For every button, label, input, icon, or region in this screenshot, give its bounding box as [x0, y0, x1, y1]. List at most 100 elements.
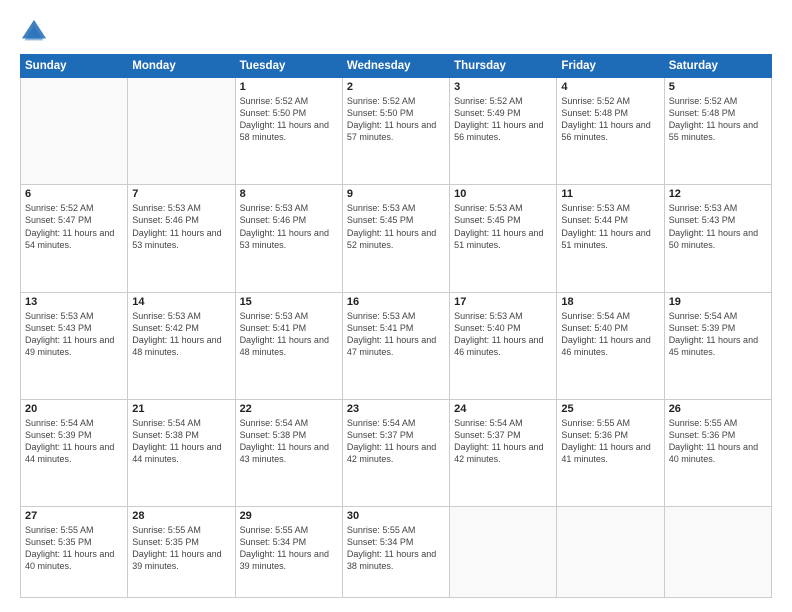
day-info: Sunrise: 5:52 AM Sunset: 5:47 PM Dayligh…	[25, 202, 123, 251]
calendar-table: SundayMondayTuesdayWednesdayThursdayFrid…	[20, 54, 772, 598]
day-info: Sunrise: 5:53 AM Sunset: 5:41 PM Dayligh…	[347, 310, 445, 359]
day-cell: 22 Sunrise: 5:54 AM Sunset: 5:38 PM Dayli…	[235, 399, 342, 506]
col-header-sunday: Sunday	[21, 55, 128, 78]
day-number: 20	[25, 403, 123, 415]
day-info: Sunrise: 5:52 AM Sunset: 5:50 PM Dayligh…	[240, 95, 338, 144]
day-number: 5	[669, 81, 767, 93]
day-cell: 26 Sunrise: 5:55 AM Sunset: 5:36 PM Dayli…	[664, 399, 771, 506]
day-info: Sunrise: 5:53 AM Sunset: 5:40 PM Dayligh…	[454, 310, 552, 359]
day-number: 27	[25, 510, 123, 522]
day-cell: 17Sunrise: 5:53 AM Sunset: 5:40 PM Dayli…	[450, 292, 557, 399]
calendar-page: SundayMondayTuesdayWednesdayThursdayFrid…	[0, 0, 792, 612]
day-number: 30	[347, 510, 445, 522]
day-number: 18	[561, 296, 659, 308]
day-cell	[557, 507, 664, 598]
col-header-wednesday: Wednesday	[342, 55, 449, 78]
day-cell: 6 Sunrise: 5:52 AM Sunset: 5:47 PM Daylig…	[21, 185, 128, 292]
header	[20, 18, 772, 46]
day-cell: 14Sunrise: 5:53 AM Sunset: 5:42 PM Dayli…	[128, 292, 235, 399]
day-info: Sunrise: 5:55 AM Sunset: 5:35 PM Dayligh…	[25, 524, 123, 573]
week-row-5: 27 Sunrise: 5:55 AM Sunset: 5:35 PM Dayli…	[21, 507, 772, 598]
day-cell: 8 Sunrise: 5:53 AM Sunset: 5:46 PM Daylig…	[235, 185, 342, 292]
day-cell: 11 Sunrise: 5:53 AM Sunset: 5:44 PM Dayli…	[557, 185, 664, 292]
day-info: Sunrise: 5:53 AM Sunset: 5:43 PM Dayligh…	[25, 310, 123, 359]
week-row-4: 20Sunrise: 5:54 AM Sunset: 5:39 PM Dayli…	[21, 399, 772, 506]
day-info: Sunrise: 5:53 AM Sunset: 5:45 PM Dayligh…	[454, 202, 552, 251]
day-number: 22	[240, 403, 338, 415]
logo	[20, 18, 52, 46]
day-number: 2	[347, 81, 445, 93]
day-info: Sunrise: 5:53 AM Sunset: 5:44 PM Dayligh…	[561, 202, 659, 251]
day-cell: 20Sunrise: 5:54 AM Sunset: 5:39 PM Dayli…	[21, 399, 128, 506]
day-number: 12	[669, 188, 767, 200]
day-cell: 19 Sunrise: 5:54 AM Sunset: 5:39 PM Dayli…	[664, 292, 771, 399]
day-cell: 4 Sunrise: 5:52 AM Sunset: 5:48 PM Daylig…	[557, 78, 664, 185]
day-cell: 15 Sunrise: 5:53 AM Sunset: 5:41 PM Dayli…	[235, 292, 342, 399]
day-info: Sunrise: 5:52 AM Sunset: 5:48 PM Dayligh…	[561, 95, 659, 144]
day-info: Sunrise: 5:55 AM Sunset: 5:34 PM Dayligh…	[240, 524, 338, 573]
day-number: 15	[240, 296, 338, 308]
day-cell: 27 Sunrise: 5:55 AM Sunset: 5:35 PM Dayli…	[21, 507, 128, 598]
day-number: 28	[132, 510, 230, 522]
day-cell	[128, 78, 235, 185]
day-number: 21	[132, 403, 230, 415]
day-cell: 2 Sunrise: 5:52 AM Sunset: 5:50 PM Daylig…	[342, 78, 449, 185]
day-number: 7	[132, 188, 230, 200]
day-number: 26	[669, 403, 767, 415]
day-info: Sunrise: 5:52 AM Sunset: 5:48 PM Dayligh…	[669, 95, 767, 144]
day-cell: 18 Sunrise: 5:54 AM Sunset: 5:40 PM Dayli…	[557, 292, 664, 399]
day-info: Sunrise: 5:54 AM Sunset: 5:37 PM Dayligh…	[347, 417, 445, 466]
day-number: 4	[561, 81, 659, 93]
week-row-2: 6 Sunrise: 5:52 AM Sunset: 5:47 PM Daylig…	[21, 185, 772, 292]
day-number: 29	[240, 510, 338, 522]
day-number: 24	[454, 403, 552, 415]
day-info: Sunrise: 5:53 AM Sunset: 5:46 PM Dayligh…	[240, 202, 338, 251]
day-cell: 16 Sunrise: 5:53 AM Sunset: 5:41 PM Dayli…	[342, 292, 449, 399]
day-info: Sunrise: 5:54 AM Sunset: 5:38 PM Dayligh…	[132, 417, 230, 466]
day-number: 8	[240, 188, 338, 200]
day-info: Sunrise: 5:54 AM Sunset: 5:39 PM Dayligh…	[669, 310, 767, 359]
day-info: Sunrise: 5:55 AM Sunset: 5:34 PM Dayligh…	[347, 524, 445, 573]
day-cell: 25 Sunrise: 5:55 AM Sunset: 5:36 PM Dayli…	[557, 399, 664, 506]
day-number: 10	[454, 188, 552, 200]
header-row: SundayMondayTuesdayWednesdayThursdayFrid…	[21, 55, 772, 78]
day-cell: 3 Sunrise: 5:52 AM Sunset: 5:49 PM Daylig…	[450, 78, 557, 185]
col-header-thursday: Thursday	[450, 55, 557, 78]
day-cell: 23 Sunrise: 5:54 AM Sunset: 5:37 PM Dayli…	[342, 399, 449, 506]
col-header-saturday: Saturday	[664, 55, 771, 78]
day-cell	[450, 507, 557, 598]
day-cell: 24 Sunrise: 5:54 AM Sunset: 5:37 PM Dayli…	[450, 399, 557, 506]
day-info: Sunrise: 5:54 AM Sunset: 5:38 PM Dayligh…	[240, 417, 338, 466]
day-info: Sunrise: 5:54 AM Sunset: 5:40 PM Dayligh…	[561, 310, 659, 359]
day-cell	[21, 78, 128, 185]
day-info: Sunrise: 5:53 AM Sunset: 5:43 PM Dayligh…	[669, 202, 767, 251]
day-info: Sunrise: 5:52 AM Sunset: 5:49 PM Dayligh…	[454, 95, 552, 144]
day-cell: 12 Sunrise: 5:53 AM Sunset: 5:43 PM Dayli…	[664, 185, 771, 292]
day-number: 19	[669, 296, 767, 308]
day-number: 3	[454, 81, 552, 93]
day-info: Sunrise: 5:55 AM Sunset: 5:36 PM Dayligh…	[669, 417, 767, 466]
logo-icon	[20, 18, 48, 46]
day-info: Sunrise: 5:52 AM Sunset: 5:50 PM Dayligh…	[347, 95, 445, 144]
day-number: 9	[347, 188, 445, 200]
day-number: 16	[347, 296, 445, 308]
col-header-monday: Monday	[128, 55, 235, 78]
day-number: 1	[240, 81, 338, 93]
day-info: Sunrise: 5:53 AM Sunset: 5:45 PM Dayligh…	[347, 202, 445, 251]
day-number: 23	[347, 403, 445, 415]
day-cell: 28Sunrise: 5:55 AM Sunset: 5:35 PM Dayli…	[128, 507, 235, 598]
day-number: 13	[25, 296, 123, 308]
col-header-friday: Friday	[557, 55, 664, 78]
day-info: Sunrise: 5:55 AM Sunset: 5:36 PM Dayligh…	[561, 417, 659, 466]
col-header-tuesday: Tuesday	[235, 55, 342, 78]
day-info: Sunrise: 5:53 AM Sunset: 5:41 PM Dayligh…	[240, 310, 338, 359]
day-number: 11	[561, 188, 659, 200]
day-cell: 9 Sunrise: 5:53 AM Sunset: 5:45 PM Daylig…	[342, 185, 449, 292]
week-row-3: 13 Sunrise: 5:53 AM Sunset: 5:43 PM Dayli…	[21, 292, 772, 399]
day-number: 25	[561, 403, 659, 415]
day-info: Sunrise: 5:54 AM Sunset: 5:37 PM Dayligh…	[454, 417, 552, 466]
day-cell: 1 Sunrise: 5:52 AM Sunset: 5:50 PM Daylig…	[235, 78, 342, 185]
day-number: 6	[25, 188, 123, 200]
day-number: 14	[132, 296, 230, 308]
week-row-1: 1 Sunrise: 5:52 AM Sunset: 5:50 PM Daylig…	[21, 78, 772, 185]
